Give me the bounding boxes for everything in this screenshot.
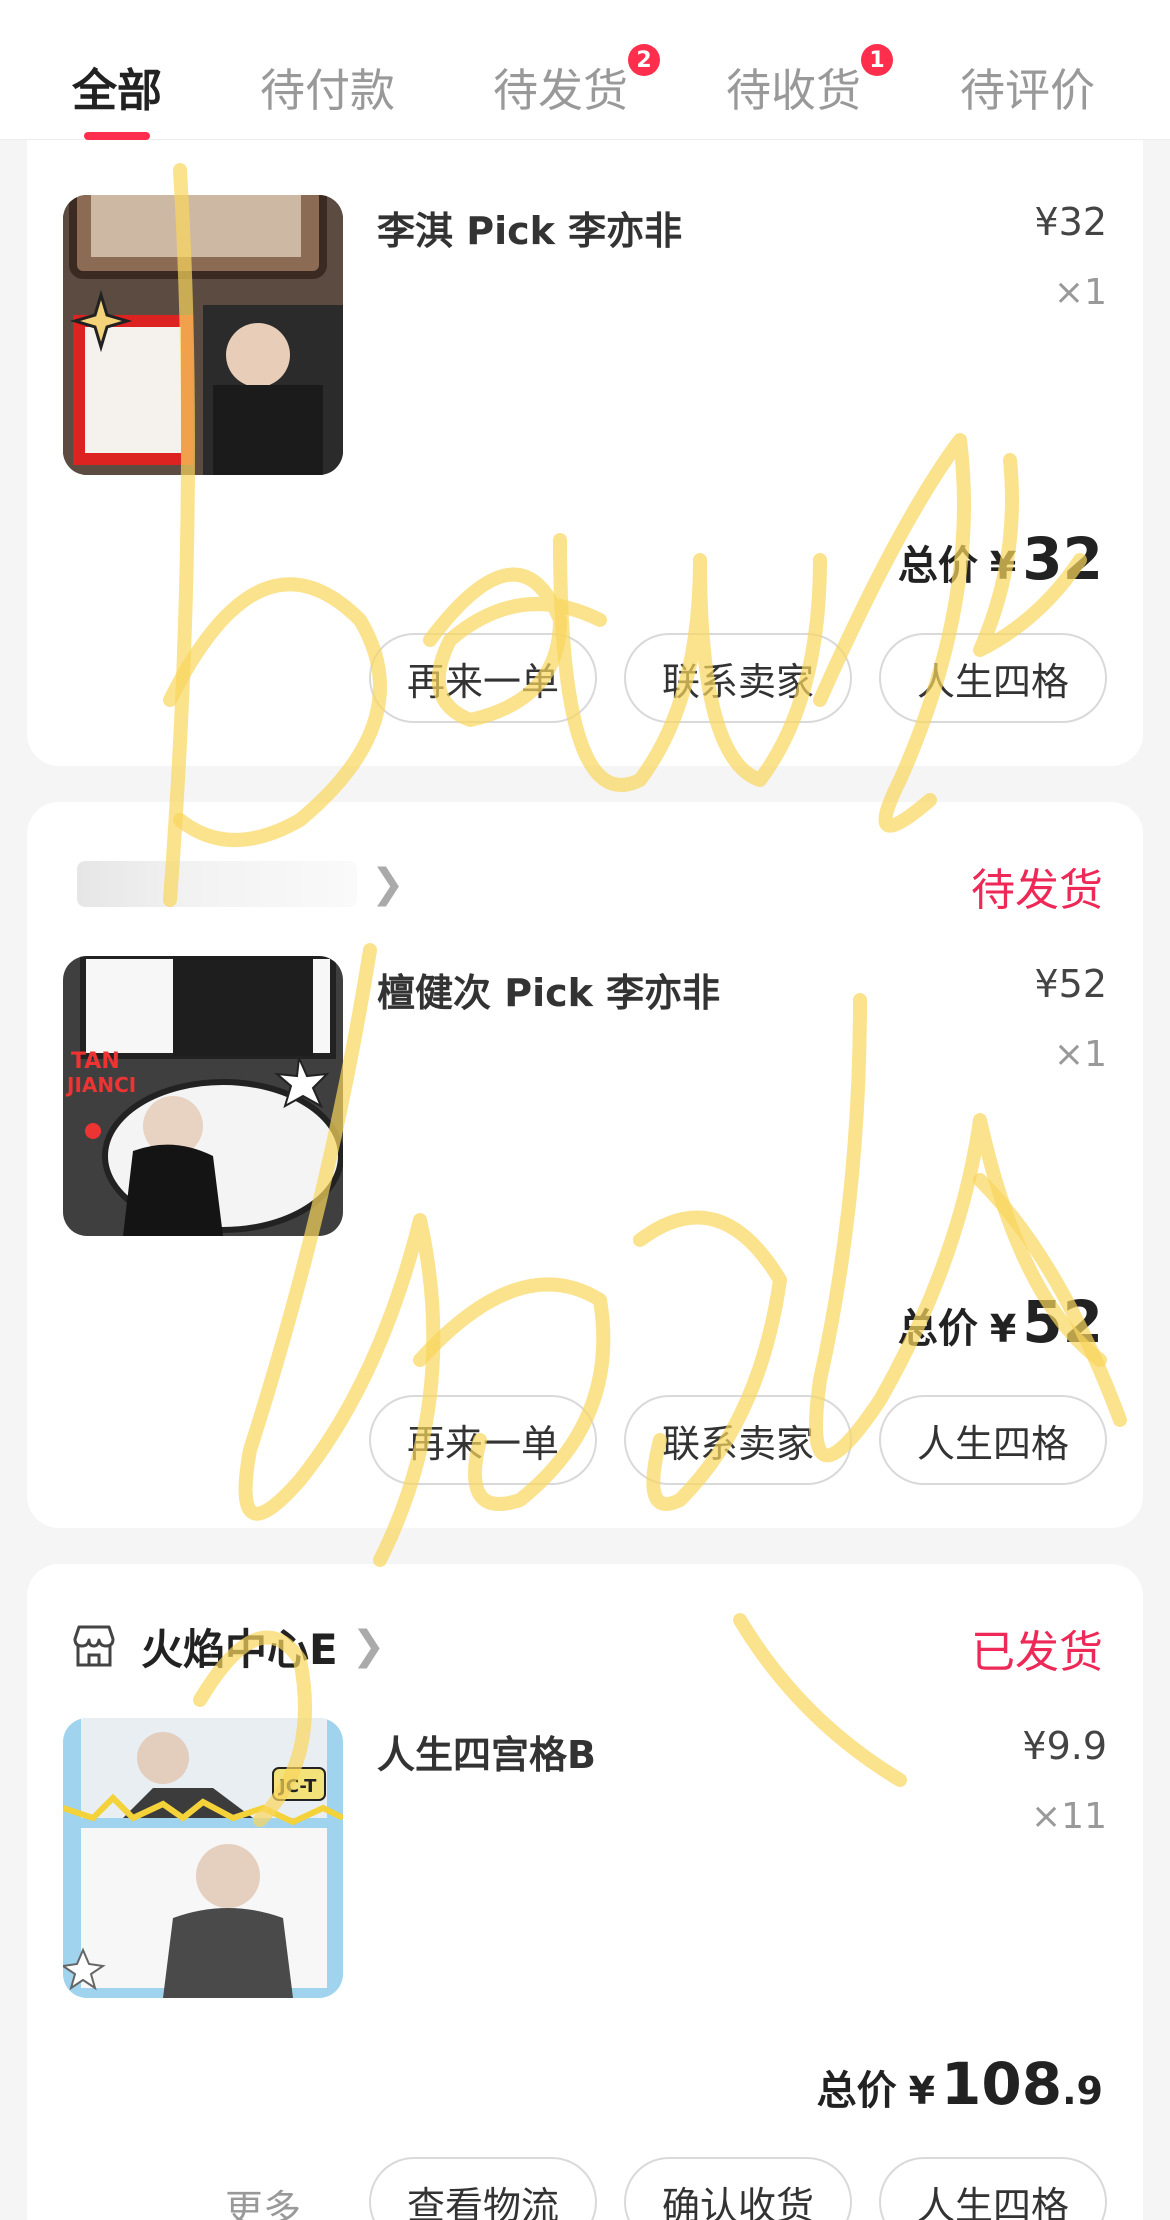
- tab-label: 待收货: [726, 64, 862, 117]
- shop-icon: [73, 1625, 115, 1667]
- photo-booth-button[interactable]: 人生四格: [879, 2157, 1107, 2220]
- view-logistics-button[interactable]: 查看物流: [369, 2157, 597, 2220]
- shop-name: 火焰中心E: [141, 1624, 338, 1674]
- product-thumbnail[interactable]: JC-T: [63, 1718, 343, 1998]
- product-thumbnail[interactable]: [63, 195, 343, 475]
- total-label: 总价: [897, 543, 978, 589]
- tab-count-badge: 1: [861, 44, 894, 76]
- total-label: 总价: [897, 1306, 978, 1352]
- tab-label: 待评价: [960, 64, 1096, 117]
- tab-pending-payment[interactable]: 待付款: [260, 54, 396, 117]
- tab-count-badge: 2: [628, 44, 661, 76]
- order-total: 总价 ¥ 108 .9: [817, 2050, 1103, 2118]
- product-image: TAN JIANCI: [63, 956, 343, 1236]
- product-image: [63, 195, 343, 475]
- tab-pending-shipment[interactable]: 待发货 2: [493, 44, 661, 117]
- item-quantity: ×11: [1031, 1796, 1107, 1837]
- item-quantity: ×1: [1053, 1034, 1107, 1075]
- item-quantity: ×1: [1053, 272, 1107, 313]
- total-decimal: .9: [1062, 2069, 1103, 2113]
- reorder-button[interactable]: 再来一单: [369, 633, 597, 723]
- contact-seller-button[interactable]: 联系卖家: [624, 633, 852, 723]
- svg-text:JC-T: JC-T: [277, 1776, 317, 1797]
- tab-pending-receipt[interactable]: 待收货 1: [726, 44, 894, 117]
- tab-all[interactable]: 全部: [72, 54, 163, 140]
- shop-row[interactable]: 火焰中心E ❯: [67, 1616, 385, 1676]
- photo-booth-button[interactable]: 人生四格: [879, 633, 1107, 723]
- tab-pending-review[interactable]: 待评价: [960, 54, 1096, 117]
- total-currency: ¥: [989, 544, 1017, 588]
- product-image: JC-T: [63, 1718, 343, 1998]
- order-total: 总价 ¥ 52: [898, 1288, 1103, 1356]
- order-status: 待发货: [971, 865, 1103, 916]
- active-tab-indicator: [84, 132, 151, 140]
- total-currency: ¥: [989, 1307, 1017, 1351]
- reorder-button[interactable]: 再来一单: [369, 1395, 597, 1485]
- more-link[interactable]: 更多: [225, 2178, 301, 2220]
- confirm-receipt-button[interactable]: 确认收货: [624, 2157, 852, 2220]
- total-amount: 108: [941, 2050, 1063, 2118]
- total-amount: 52: [1022, 1288, 1103, 1356]
- order-total: 总价 ¥ 32: [898, 525, 1103, 593]
- tab-label: 待发货: [493, 64, 629, 117]
- item-price: ¥52: [1034, 962, 1107, 1006]
- shop-row[interactable]: ❯: [77, 854, 405, 914]
- total-currency: ¥: [908, 2069, 936, 2113]
- tab-label: 全部: [72, 64, 163, 117]
- contact-seller-button[interactable]: 联系卖家: [624, 1395, 852, 1485]
- order-card[interactable]: 火焰中心E ❯ 已发货 JC-T 人生四宫格B ¥9.9 ×11 总价 ¥ 10…: [27, 1564, 1143, 2220]
- order-tab-bar: 全部 待付款 待发货 2 待收货 1 待评价: [0, 0, 1170, 140]
- svg-text:JIANCI: JIANCI: [65, 1073, 136, 1097]
- svg-text:TAN: TAN: [71, 1049, 120, 1074]
- item-price: ¥9.9: [1022, 1724, 1107, 1768]
- item-price: ¥32: [1034, 200, 1107, 244]
- total-label: 总价: [816, 2068, 897, 2114]
- shop-name-blurred: [77, 861, 357, 907]
- photo-booth-button[interactable]: 人生四格: [879, 1395, 1107, 1485]
- product-thumbnail[interactable]: TAN JIANCI: [63, 956, 343, 1236]
- item-title[interactable]: 人生四宫格B: [377, 1724, 596, 1779]
- tab-label: 待付款: [260, 64, 396, 117]
- order-status: 已发货: [971, 1627, 1103, 1678]
- item-title[interactable]: 檀健次 Pick 李亦非: [377, 962, 720, 1017]
- item-title[interactable]: 李淇 Pick 李亦非: [377, 200, 682, 255]
- chevron-right-icon: ❯: [351, 1623, 386, 1669]
- total-amount: 32: [1022, 525, 1103, 593]
- order-card[interactable]: ❯ 待发货 TAN JIANCI 檀健次 Pick 李亦非 ¥52 ×1 总价 …: [27, 802, 1143, 1528]
- order-card[interactable]: 李淇 Pick 李亦非 ¥32 ×1 总价 ¥ 32 再来一单 联系卖家 人生四…: [27, 140, 1143, 766]
- chevron-right-icon: ❯: [371, 861, 405, 907]
